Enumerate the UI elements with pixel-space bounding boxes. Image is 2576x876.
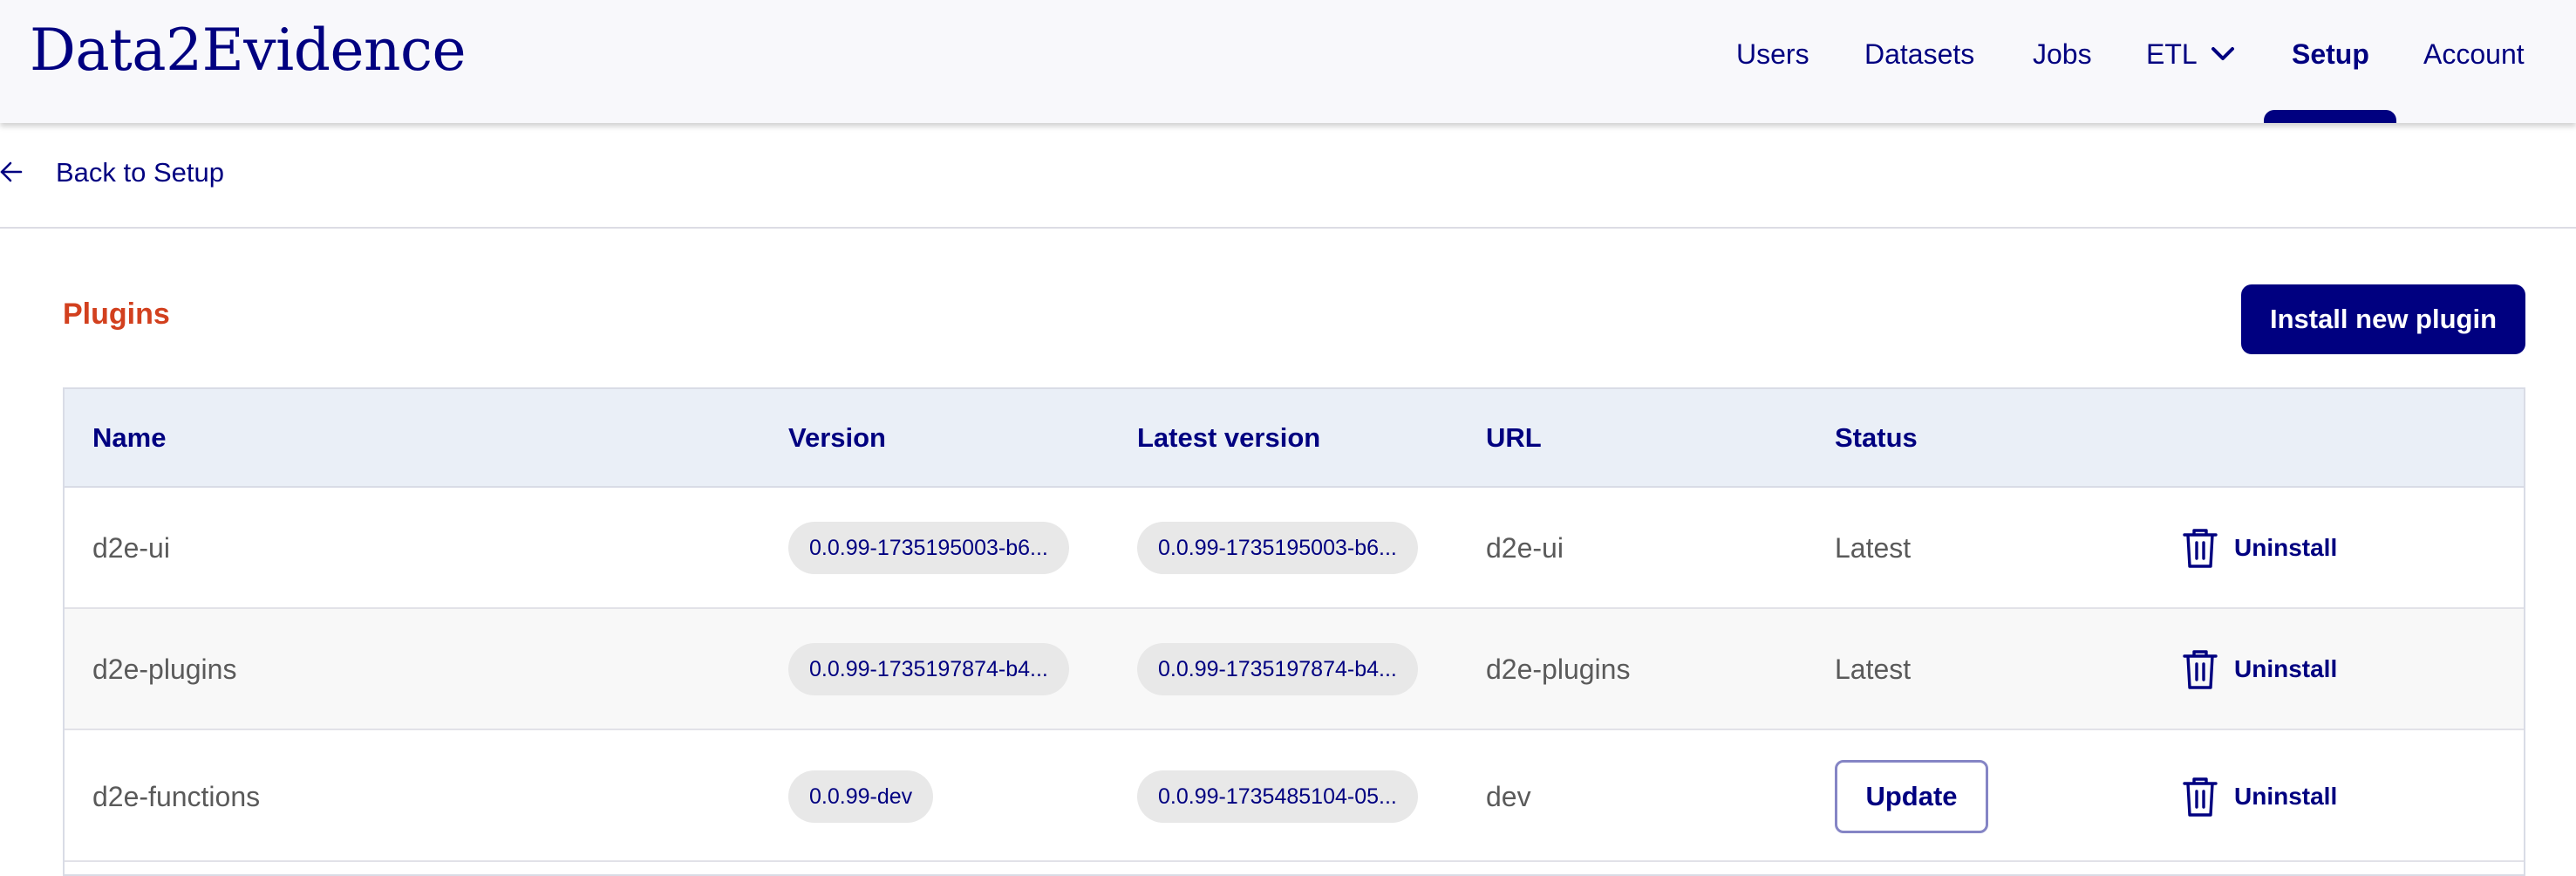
column-header-version: Version <box>788 422 886 453</box>
nav-account[interactable]: Account <box>2423 35 2525 73</box>
uninstall-button[interactable]: Uninstall <box>2182 776 2337 818</box>
latest-version-chip: 0.0.99-1735485104-05... <box>1137 770 1418 823</box>
status-text: Latest <box>1835 654 1912 685</box>
table-row: d2e-ui 0.0.99-1735195003-b6... 0.0.99-17… <box>65 488 2524 609</box>
plugin-url: dev <box>1486 781 1531 812</box>
page-title: Plugins <box>63 298 170 331</box>
uninstall-label: Uninstall <box>2234 655 2338 682</box>
column-header-latest-version: Latest version <box>1137 422 1321 453</box>
plugin-url: d2e-plugins <box>1486 654 1631 685</box>
trash-icon <box>2183 650 2218 689</box>
trash-icon <box>2183 529 2218 568</box>
active-tab-indicator <box>2264 110 2396 123</box>
version-chip: 0.0.99-dev <box>788 770 934 823</box>
column-header-status: Status <box>1835 422 1918 453</box>
top-navigation-bar: Data2Evidence Users Datasets Jobs ETL Se… <box>0 0 2576 123</box>
column-header-url: URL <box>1486 422 1542 453</box>
uninstall-button[interactable]: Uninstall <box>2182 648 2337 690</box>
uninstall-label: Uninstall <box>2234 783 2338 810</box>
back-bar: Back to Setup <box>0 123 2576 229</box>
back-to-setup-link[interactable]: Back to Setup <box>56 157 224 188</box>
trash-icon <box>2183 777 2218 817</box>
uninstall-label: Uninstall <box>2234 534 2338 561</box>
nav-datasets[interactable]: Datasets <box>1864 35 1974 73</box>
update-button[interactable]: Update <box>1835 760 1988 833</box>
plugins-table: Name Version Latest version URL Status d… <box>63 387 2525 876</box>
table-row: d2e-plugins 0.0.99-1735197874-b4... 0.0.… <box>65 609 2524 730</box>
nav-users[interactable]: Users <box>1736 35 1809 73</box>
table-row: d2e-functions 0.0.99-dev 0.0.99-17354851… <box>65 730 2524 862</box>
install-new-plugin-button[interactable]: Install new plugin <box>2241 284 2525 354</box>
column-header-name: Name <box>92 422 167 453</box>
arrow-left-icon[interactable] <box>0 161 23 183</box>
plugin-url: d2e-ui <box>1486 532 1564 564</box>
nav-jobs[interactable]: Jobs <box>2033 35 2092 73</box>
latest-version-chip: 0.0.99-1735195003-b6... <box>1137 522 1418 574</box>
version-chip: 0.0.99-1735195003-b6... <box>788 522 1069 574</box>
status-text: Latest <box>1835 532 1912 564</box>
plugin-name: d2e-ui <box>92 532 170 564</box>
nav-etl-dropdown[interactable]: ETL <box>2146 35 2235 73</box>
version-chip: 0.0.99-1735197874-b4... <box>788 643 1069 695</box>
table-header: Name Version Latest version URL Status <box>65 389 2524 488</box>
plugin-name: d2e-plugins <box>92 654 237 685</box>
plugin-name: d2e-functions <box>92 781 261 812</box>
uninstall-button[interactable]: Uninstall <box>2182 527 2337 569</box>
app-logo[interactable]: Data2Evidence <box>30 14 467 87</box>
latest-version-chip: 0.0.99-1735197874-b4... <box>1137 643 1418 695</box>
chevron-down-icon <box>2211 46 2235 60</box>
nav-setup[interactable]: Setup <box>2292 35 2369 73</box>
nav-etl-label: ETL <box>2146 38 2197 70</box>
